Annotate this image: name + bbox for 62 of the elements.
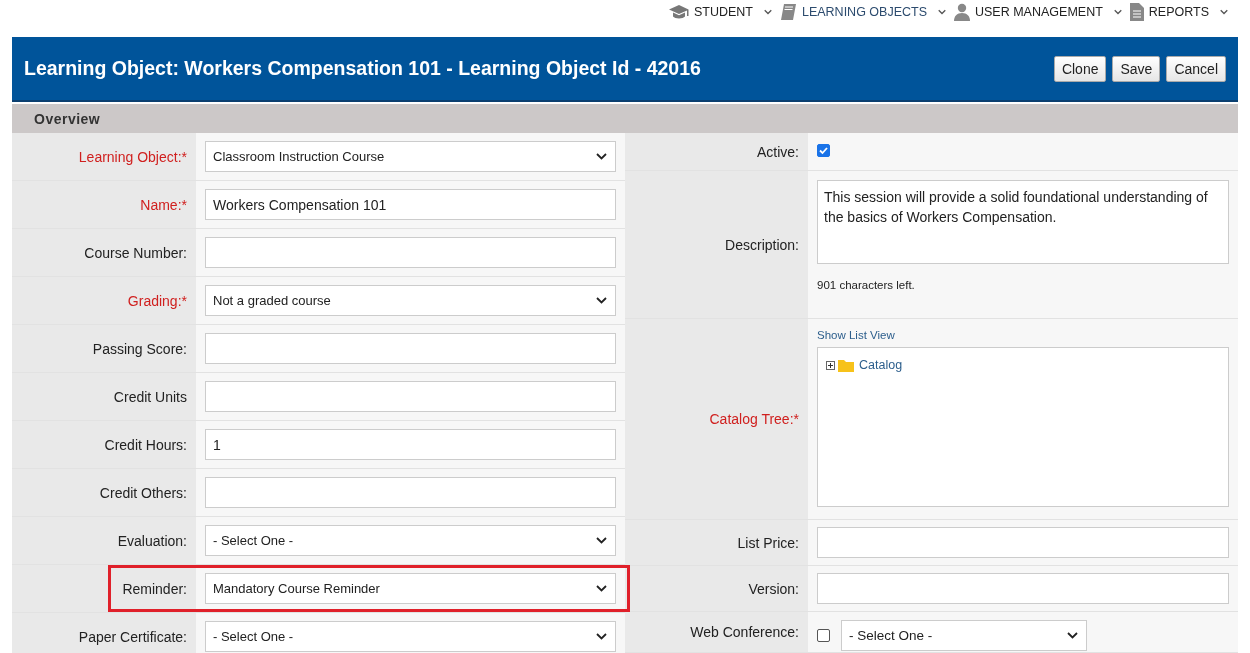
chevron-down-icon (596, 585, 607, 592)
field-label: Credit Units (113, 388, 187, 405)
nav-menu-item[interactable]: LEARNING OBJECTS (801, 5, 927, 19)
header-button[interactable]: Save (1112, 55, 1161, 82)
chevron-down-icon (596, 153, 607, 160)
field-label: Evaluation: (117, 532, 187, 549)
page-title: Learning Object: Workers Compensation 101 - Learning Object Id - 42016 (24, 57, 701, 80)
description-field[interactable]: This session will provide a solid foundational understanding of the basics of Workers Compensation. (817, 180, 1229, 264)
field-label: Learning Object:* (78, 148, 187, 165)
input-field[interactable] (205, 237, 616, 268)
field-label: Name:* (140, 196, 187, 213)
field-label: Credit Hours: (104, 436, 187, 453)
book-icon (779, 3, 797, 21)
chevron-down-icon (596, 537, 607, 544)
graduation-cap-icon (668, 3, 689, 21)
checkbox[interactable] (817, 629, 830, 642)
input-field[interactable] (205, 381, 616, 412)
input-field[interactable]: Workers Compensation 101 (205, 189, 616, 220)
user-icon (954, 3, 970, 21)
checkbox[interactable] (817, 144, 830, 157)
chevron-down-icon (1067, 632, 1078, 639)
show-list-view-link[interactable]: Show List View (817, 329, 1229, 341)
field-label: Grading:* (127, 292, 187, 309)
header-button[interactable]: Cancel (1166, 55, 1226, 82)
characters-left-text: 901 characters left. (817, 279, 916, 291)
chevron-down-icon (596, 633, 607, 640)
select-field[interactable]: Mandatory Course Reminder (205, 573, 616, 604)
input-field[interactable]: 1 (205, 429, 616, 460)
section-header: Overview (12, 104, 1238, 133)
field-label: Credit Others: (99, 484, 187, 501)
nav-menu-item[interactable]: REPORTS (1148, 5, 1209, 19)
field-label: Catalog Tree:* (709, 411, 799, 427)
field-label: Paper Certificate: (78, 628, 187, 645)
header-button[interactable]: Clone (1053, 55, 1107, 82)
field-label: List Price: (737, 534, 799, 551)
input-field[interactable] (817, 573, 1229, 604)
input-field[interactable] (817, 527, 1229, 558)
field-label: Passing Score: (92, 340, 187, 357)
dropdown-caret-icon (1113, 9, 1122, 15)
tree-node-link[interactable]: Catalog (859, 358, 903, 372)
field-label: Course Number: (84, 244, 187, 261)
dropdown-caret-icon (1220, 9, 1228, 15)
expand-icon[interactable] (826, 360, 835, 370)
select-field[interactable]: Not a graded course (205, 285, 616, 316)
field-label: Description: (725, 236, 799, 253)
select-field[interactable]: - Select One - (205, 621, 616, 652)
field-label: Web Conference: (690, 624, 799, 640)
input-field[interactable] (205, 477, 616, 508)
dropdown-caret-icon (763, 9, 772, 15)
input-field[interactable] (205, 333, 616, 364)
field-label: Active: (757, 143, 799, 160)
select-field[interactable]: - Select One - (205, 525, 616, 556)
field-label: Reminder: (122, 580, 187, 597)
nav-menu-item[interactable]: STUDENT (693, 5, 753, 19)
dropdown-caret-icon (938, 9, 946, 15)
nav-menu-item[interactable]: USER MANAGEMENT (975, 5, 1103, 19)
select-field[interactable]: - Select One - (841, 620, 1087, 651)
field-label: Version: (748, 580, 799, 597)
chevron-down-icon (596, 297, 607, 304)
select-field[interactable]: Classroom Instruction Course (205, 141, 616, 172)
folder-icon (838, 358, 854, 372)
document-icon (1129, 3, 1144, 21)
